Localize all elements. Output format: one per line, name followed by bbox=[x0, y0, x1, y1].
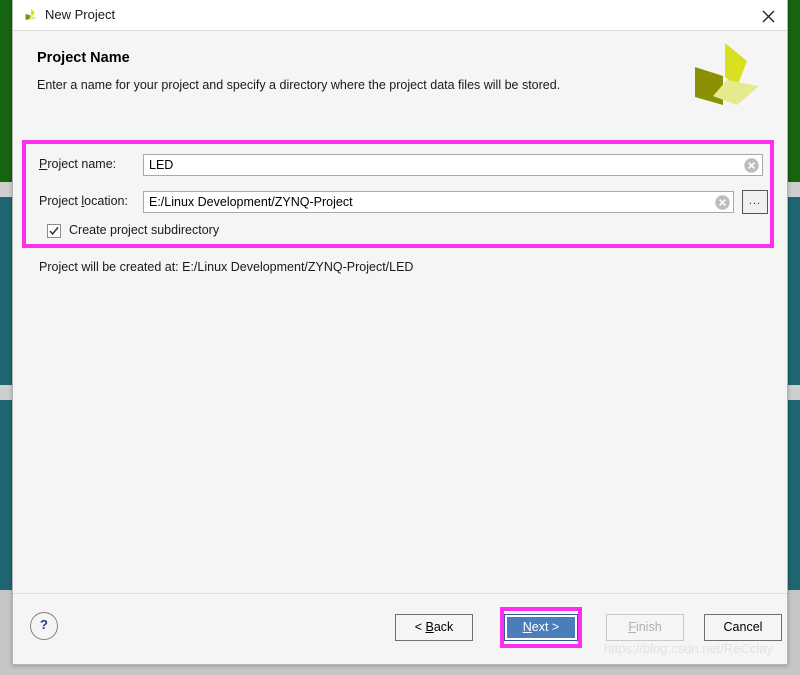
checkmark-icon bbox=[47, 224, 61, 238]
project-location-label: Project location: bbox=[39, 194, 128, 208]
page-title: Project Name bbox=[37, 50, 130, 66]
new-project-dialog: New Project Project Name Enter a name fo… bbox=[12, 0, 788, 665]
project-name-label: Project name: bbox=[39, 157, 117, 171]
project-name-input[interactable] bbox=[143, 154, 763, 176]
cancel-button[interactable]: Cancel bbox=[704, 614, 782, 641]
browse-directory-button[interactable]: ... bbox=[742, 190, 768, 214]
help-button[interactable]: ? bbox=[30, 612, 58, 640]
xilinx-vivado-logo-icon bbox=[687, 39, 763, 115]
create-subdirectory-label: Create project subdirectory bbox=[69, 223, 220, 237]
project-name-row: Project name: bbox=[39, 154, 763, 176]
back-button[interactable]: < Back bbox=[395, 614, 473, 641]
project-location-input[interactable] bbox=[143, 191, 734, 213]
clear-circle-icon[interactable] bbox=[715, 195, 730, 210]
close-icon[interactable] bbox=[755, 4, 781, 28]
next-button[interactable]: Next > bbox=[504, 614, 578, 641]
dialog-footer: ? < Back Next > Finish Cancel https://bl… bbox=[13, 593, 787, 664]
vivado-logo-icon bbox=[23, 8, 39, 24]
finish-button: Finish bbox=[606, 614, 684, 641]
clear-circle-icon[interactable] bbox=[744, 158, 759, 173]
project-location-row: Project location: ... bbox=[39, 190, 791, 214]
project-created-path-text: Project will be created at: E:/Linux Dev… bbox=[39, 260, 414, 274]
dialog-header: Project Name Enter a name for your proje… bbox=[13, 31, 787, 128]
dialog-titlebar: New Project bbox=[13, 0, 787, 31]
watermark-text: https://blog.csdn.net/ReCclay bbox=[603, 641, 773, 656]
dialog-title: New Project bbox=[45, 7, 116, 22]
dialog-body: Project name: Project location: bbox=[13, 128, 787, 594]
page-subtitle: Enter a name for your project and specif… bbox=[37, 78, 561, 92]
